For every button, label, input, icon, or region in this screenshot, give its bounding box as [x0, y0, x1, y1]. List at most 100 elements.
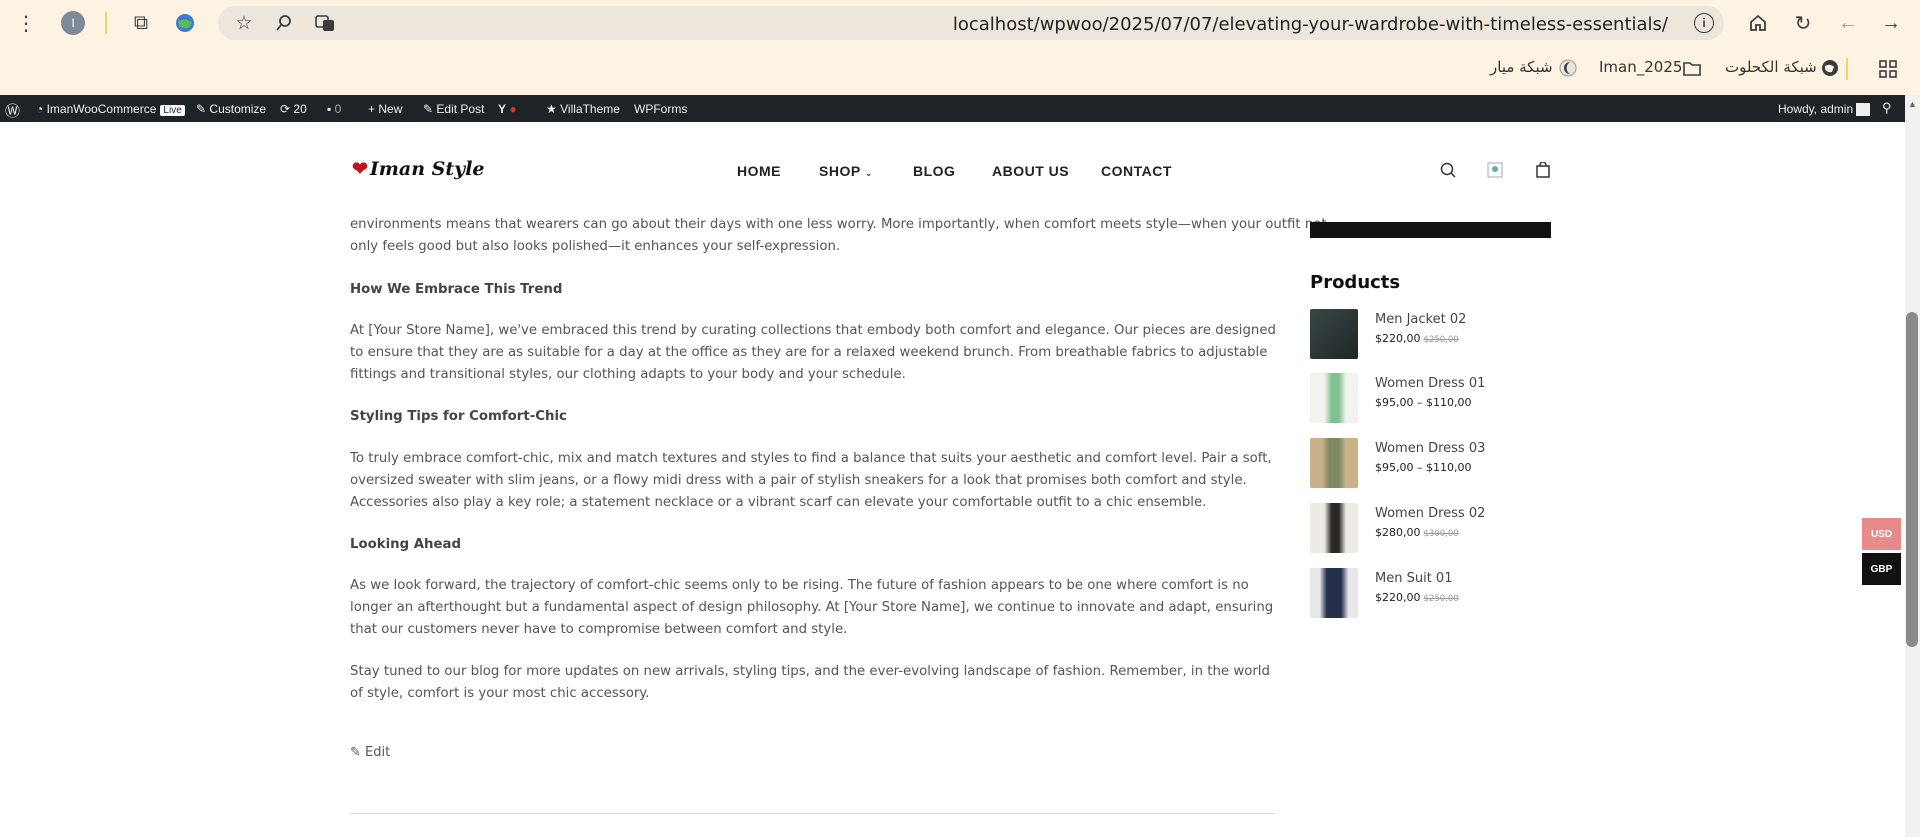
price: $95,00 – $110,00	[1375, 461, 1472, 474]
apps-grid-icon[interactable]	[1877, 58, 1899, 80]
product-name[interactable]: Women Dress 03	[1375, 441, 1485, 456]
old-price: $300,00	[1423, 529, 1459, 539]
reload-icon[interactable]: ↻	[1790, 10, 1816, 36]
admin-new[interactable]: + New	[368, 102, 402, 116]
currency-gbp-button[interactable]: GBP	[1862, 553, 1901, 585]
intro-line-1: environments means that wearers can go a…	[350, 217, 1327, 232]
price: $280,00	[1375, 526, 1421, 539]
admin-account[interactable]: Howdy, admin	[1778, 102, 1871, 117]
wordpress-logo-icon[interactable]: Ⓦ	[5, 100, 20, 121]
avatar	[1856, 103, 1871, 117]
admin-customize[interactable]: ✎ Customize	[196, 102, 266, 116]
old-price: $250,00	[1423, 335, 1459, 345]
product-price: $95,00 – $110,00	[1375, 461, 1471, 474]
translate-icon[interactable]	[314, 13, 336, 33]
product-item[interactable]: Men Jacket 02 $220,00 $250,00	[1310, 309, 1551, 359]
nav-about-us[interactable]: ABOUT US	[992, 163, 1069, 179]
product-item[interactable]: Women Dress 03 $95,00 – $110,00	[1310, 438, 1551, 488]
product-name[interactable]: Women Dress 01	[1375, 376, 1485, 391]
scroll-up-icon[interactable]: ▲	[1908, 99, 1917, 109]
site-logo[interactable]: ❤ Iman Style	[352, 158, 485, 180]
account-icon[interactable]	[1487, 162, 1503, 183]
scrollbar-thumb[interactable]	[1906, 312, 1918, 647]
pencil-icon: ✎	[423, 102, 434, 116]
admin-yoast[interactable]: Y ●	[498, 102, 517, 116]
status-dot-icon: ●	[509, 102, 517, 116]
divider	[105, 12, 107, 34]
section-heading: How We Embrace This Trend	[350, 282, 563, 297]
edit-post-label: Edit Post	[436, 102, 485, 116]
forward-icon[interactable]: →	[1878, 10, 1904, 36]
admin-wpforms[interactable]: WPForms	[634, 102, 687, 116]
home-icon[interactable]	[1745, 10, 1771, 36]
site-info-icon[interactable]: i	[1694, 13, 1714, 33]
globe-extension-icon[interactable]	[172, 10, 198, 36]
new-label: New	[378, 102, 403, 116]
site-name-label: ImanWooCommerce	[46, 102, 157, 116]
intro-line-2: only feels good but also looks polished—…	[350, 239, 841, 254]
comment-icon: ▪	[327, 102, 332, 116]
pencil-icon: ✎	[350, 745, 361, 760]
moon-icon	[1558, 58, 1578, 78]
product-item[interactable]: Women Dress 02 $280,00 $300,00	[1310, 503, 1551, 553]
updates-count: 20	[293, 102, 307, 116]
product-thumbnail[interactable]	[1310, 438, 1358, 488]
back-icon[interactable]: ←	[1835, 10, 1861, 36]
menu-dots-icon[interactable]: ⋮	[16, 10, 36, 36]
site-page: ❤ Iman Style HOME SHOP ⌄ BLOG ABOUT US CO…	[0, 122, 1905, 837]
admin-edit-post[interactable]: ✎ Edit Post	[423, 102, 484, 116]
globe-icon	[1820, 58, 1840, 78]
extensions-icon[interactable]: ⧉	[128, 10, 154, 36]
product-thumbnail[interactable]	[1310, 373, 1358, 423]
edit-link[interactable]: ✎ Edit	[350, 745, 390, 760]
zoom-icon[interactable]	[274, 13, 294, 33]
villatheme-label: VillaTheme	[560, 102, 620, 116]
nav-blog[interactable]: BLOG	[913, 163, 955, 179]
nav-shop-label: SHOP	[819, 163, 861, 179]
product-thumbnail[interactable]	[1310, 568, 1358, 618]
nav-home[interactable]: HOME	[737, 163, 781, 179]
product-price: $220,00 $250,00	[1375, 332, 1459, 345]
admin-search-icon[interactable]: ⚲	[1882, 100, 1892, 116]
article-intro: environments means that wearers can go a…	[350, 214, 1327, 258]
url-text[interactable]: localhost/wpwoo/2025/07/07/elevating-you…	[953, 14, 1668, 35]
product-thumbnail[interactable]	[1310, 503, 1358, 553]
paragraph: At [Your Store Name], we've embraced thi…	[350, 323, 1276, 382]
divider	[1846, 58, 1848, 80]
profile-avatar[interactable]: I	[61, 11, 85, 35]
paragraph: Stay tuned to our blog for more updates …	[350, 664, 1270, 701]
product-name[interactable]: Men Jacket 02	[1375, 312, 1466, 327]
product-name[interactable]: Men Suit 01	[1375, 571, 1452, 586]
nav-shop[interactable]: SHOP ⌄	[819, 163, 873, 179]
search-icon[interactable]	[1440, 162, 1456, 183]
admin-updates[interactable]: ⟳ 20	[280, 102, 307, 116]
admin-villatheme[interactable]: ★ VillaTheme	[546, 102, 620, 116]
bookmark-label: Iman_2025	[1599, 58, 1683, 76]
heading-looking-ahead: Looking Ahead	[350, 534, 1278, 556]
address-bar[interactable]: ☆ localhost/wpwoo/2025/07/07/elevating-y…	[218, 6, 1724, 40]
bookmark-3[interactable]: شبكة ميار	[1490, 58, 1553, 76]
browser-toolbar: ⋮ I ⧉ ☆ localhost/wpwoo/2025/07/07/eleva…	[0, 0, 1920, 46]
admin-site-name[interactable]: ◔ ImanWooCommerce Live	[36, 102, 185, 116]
product-item[interactable]: Men Suit 01 $220,00 $250,00	[1310, 568, 1551, 618]
paragraph: To truly embrace comfort-chic, mix and m…	[350, 451, 1272, 510]
section-heading: Looking Ahead	[350, 537, 462, 552]
browser-chrome: ⋮ I ⧉ ☆ localhost/wpwoo/2025/07/07/eleva…	[0, 0, 1920, 95]
nav-contact[interactable]: CONTACT	[1101, 163, 1172, 179]
heart-logo-icon: ❤	[352, 158, 368, 180]
cart-icon[interactable]	[1535, 161, 1551, 183]
section-heading: Styling Tips for Comfort-Chic	[350, 409, 567, 424]
price: $220,00	[1375, 332, 1421, 345]
admin-comments[interactable]: ▪ 0	[327, 102, 341, 116]
currency-usd-button[interactable]: USD	[1862, 518, 1901, 550]
product-price: $220,00 $250,00	[1375, 591, 1459, 604]
paragraph-stay-tuned: Stay tuned to our blog for more updates …	[350, 661, 1278, 705]
star-bookmark-icon[interactable]: ☆	[234, 13, 254, 34]
product-name[interactable]: Women Dress 02	[1375, 506, 1485, 521]
product-item[interactable]: Women Dress 01 $95,00 – $110,00	[1310, 373, 1551, 423]
paragraph-embrace: At [Your Store Name], we've embraced thi…	[350, 320, 1278, 386]
bookmark-2[interactable]: Iman_2025	[1599, 58, 1682, 76]
bookmark-1[interactable]: شبكة الكحلوت	[1725, 58, 1817, 76]
product-thumbnail[interactable]	[1310, 309, 1358, 359]
paragraph: As we look forward, the trajectory of co…	[350, 578, 1274, 637]
